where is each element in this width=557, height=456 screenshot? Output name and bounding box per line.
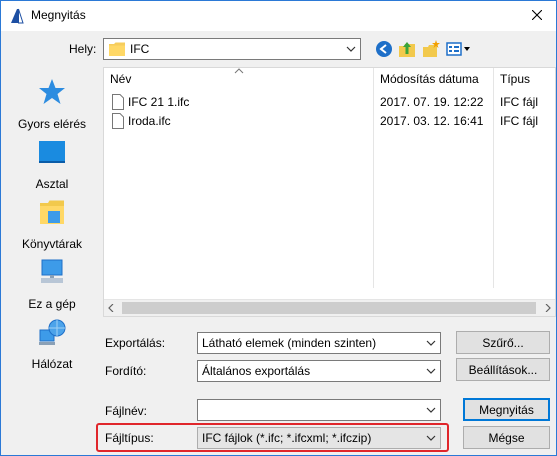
export-label: Exportálás: — [105, 336, 166, 350]
sidebar-item-label: Könyvtárak — [21, 237, 83, 251]
chevron-down-icon[interactable] — [426, 406, 436, 414]
file-row[interactable]: IFC 21 1.ifc 2017. 07. 19. 12:22 IFC fáj… — [104, 93, 557, 112]
chevron-down-icon[interactable] — [346, 45, 356, 53]
highlight-box — [96, 423, 449, 452]
file-date: 2017. 03. 12. 16:41 — [380, 114, 484, 128]
up-folder-icon[interactable] — [398, 40, 416, 58]
export-value: Látható elemek (minden szinten) — [202, 336, 377, 350]
sidebar-item-quick-access[interactable]: Gyors elérés — [5, 77, 99, 137]
new-folder-icon[interactable] — [422, 40, 440, 58]
sidebar-item-network[interactable]: Hálózat — [5, 317, 99, 377]
computer-icon — [41, 259, 63, 283]
column-header-type[interactable]: Típus — [494, 68, 557, 90]
network-icon — [39, 319, 66, 345]
location-label: Hely: — [69, 42, 97, 56]
sidebar-item-label: Gyors elérés — [17, 117, 87, 131]
chevron-down-icon — [426, 340, 436, 346]
translator-label: Fordító: — [105, 364, 147, 378]
sidebar-item-this-pc[interactable]: Ez a gép — [5, 257, 99, 317]
open-dialog: Megnyitás Hely: IFC Gyors elérés Asztal … — [0, 0, 557, 456]
window-title: Megnyitás — [31, 8, 86, 22]
open-button[interactable]: Megnyitás — [463, 398, 550, 421]
scroll-left-icon[interactable] — [108, 304, 114, 312]
file-name: IFC 21 1.ifc — [128, 95, 190, 109]
sidebar-item-libraries[interactable]: Könyvtárak — [5, 197, 99, 257]
sidebar-item-label: Ez a gép — [28, 297, 76, 311]
horizontal-scrollbar[interactable] — [104, 299, 555, 316]
star-icon — [39, 79, 65, 104]
scrollbar-thumb[interactable] — [122, 302, 536, 314]
file-type: IFC fájl — [500, 114, 539, 128]
translator-select[interactable]: Általános exportálás — [197, 360, 441, 382]
file-list: Név Módosítás dátuma Típus IFC 21 1.ifc … — [103, 67, 556, 317]
back-icon[interactable] — [375, 40, 393, 58]
places-sidebar: Gyors elérés Asztal Könyvtárak Ez a gép … — [5, 67, 99, 387]
view-menu-icon[interactable] — [446, 40, 472, 58]
file-icon — [112, 94, 124, 110]
sidebar-item-desktop[interactable]: Asztal — [5, 137, 99, 197]
sidebar-item-label: Hálózat — [31, 357, 73, 371]
folder-icon — [109, 42, 125, 56]
export-select[interactable]: Látható elemek (minden szinten) — [197, 332, 441, 354]
settings-button[interactable]: Beállítások... — [456, 358, 550, 381]
sidebar-item-label: Asztal — [35, 177, 69, 191]
file-icon — [112, 113, 124, 129]
desktop-icon — [39, 141, 65, 163]
scroll-right-icon[interactable] — [545, 304, 551, 312]
cancel-button[interactable]: Mégse — [463, 426, 550, 449]
close-button[interactable] — [524, 3, 550, 27]
file-name: Iroda.ifc — [128, 114, 171, 128]
file-type: IFC fájl — [500, 95, 539, 109]
chevron-down-icon — [426, 368, 436, 374]
filename-field[interactable] — [197, 399, 441, 421]
location-value: IFC — [130, 42, 150, 56]
file-row[interactable]: Iroda.ifc 2017. 03. 12. 16:41 IFC fájl — [104, 112, 557, 131]
libraries-icon — [40, 200, 64, 224]
close-icon — [532, 10, 542, 20]
column-header-date[interactable]: Módosítás dátuma — [374, 68, 494, 90]
location-combo[interactable]: IFC — [103, 38, 361, 60]
filter-button[interactable]: Szűrő... — [456, 331, 550, 354]
file-date: 2017. 07. 19. 12:22 — [380, 95, 484, 109]
filename-label: Fájlnév: — [105, 404, 148, 418]
title-bar: Megnyitás — [1, 1, 556, 31]
column-header-name[interactable]: Név — [104, 68, 372, 90]
archicad-icon — [11, 8, 24, 24]
translator-value: Általános exportálás — [202, 364, 311, 378]
